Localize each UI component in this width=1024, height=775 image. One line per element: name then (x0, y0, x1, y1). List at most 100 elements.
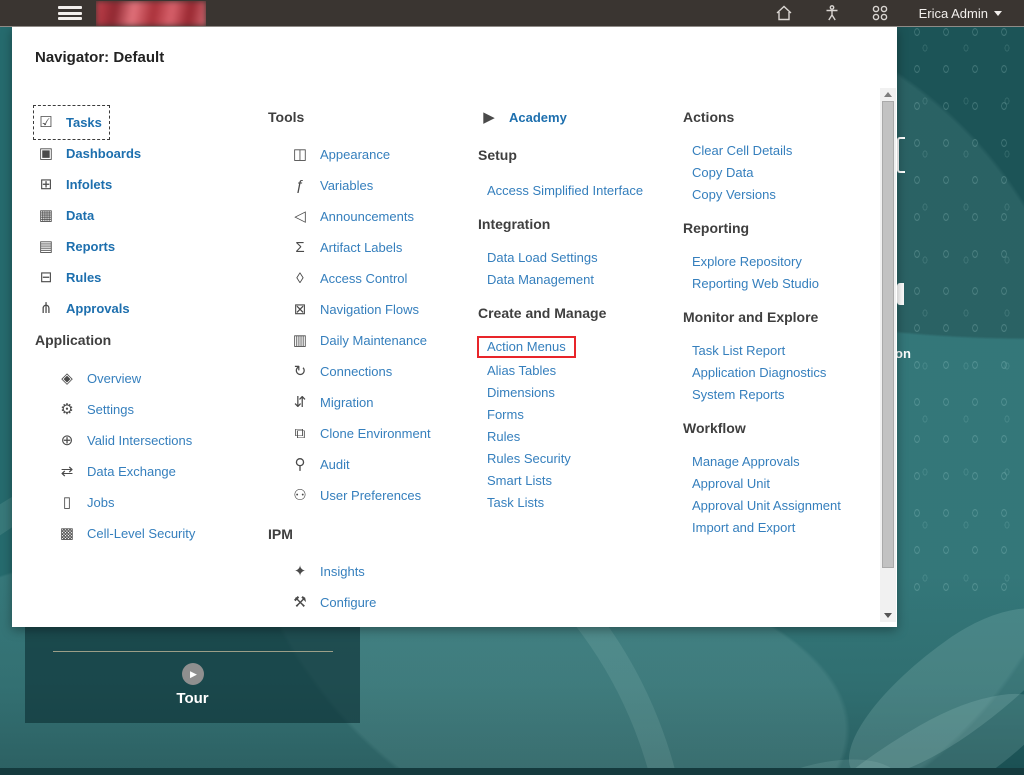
actions-links: Clear Cell Details Copy Data Copy Versio… (683, 139, 883, 205)
menu-link[interactable]: Approval Unit (683, 472, 883, 494)
menu-item[interactable]: ⊟ Rules (35, 262, 107, 293)
menu-link[interactable]: Explore Repository (683, 250, 883, 272)
menu-link[interactable]: Task List Report (683, 339, 883, 361)
navigator-grid-icon[interactable] (871, 4, 889, 22)
menu-item[interactable]: ⚇ User Preferences (268, 480, 427, 511)
menu-item[interactable]: ◊ Access Control (268, 263, 413, 294)
menu-link[interactable]: Manage Approvals (683, 450, 883, 472)
nav-column-2: Tools ◫ Appearance ƒ Variables ◁ Announc… (268, 107, 470, 618)
menu-item[interactable]: ⊠ Navigation Flows (268, 294, 425, 325)
menu-item[interactable]: ▯ Jobs (35, 487, 120, 518)
menu-item-label: Clone Environment (320, 426, 431, 441)
accessibility-icon[interactable] (823, 4, 841, 22)
audit-icon: ⚲ (294, 456, 306, 473)
menu-hamburger-icon[interactable] (58, 6, 82, 20)
configure-icon: ⚒ (293, 594, 307, 611)
section-header-ipm: IPM (268, 526, 293, 542)
menu-link[interactable]: Access Simplified Interface (478, 179, 680, 201)
brand-logo (96, 0, 206, 26)
menu-link[interactable]: Import and Export (683, 516, 883, 538)
menu-link[interactable]: Copy Versions (683, 183, 883, 205)
menu-link-label: Data Management (487, 271, 594, 287)
infolets-icon: ⊞ (39, 176, 53, 193)
menu-item[interactable]: ◈ Overview (35, 363, 147, 394)
menu-link[interactable]: Clear Cell Details (683, 139, 883, 161)
menu-item-label: Variables (320, 178, 374, 193)
user-name: Erica Admin (918, 5, 988, 21)
menu-item-label: Infolets (66, 177, 113, 192)
menu-item[interactable]: ▤ Reports (35, 231, 121, 262)
menu-link[interactable]: Action Menus (477, 335, 680, 359)
data-exchange-icon: ⇄ (60, 463, 74, 480)
background-card-fragment (897, 283, 904, 305)
menu-link[interactable]: Smart Lists (478, 469, 680, 491)
user-menu[interactable]: Erica Admin (919, 6, 1002, 21)
menu-link-label: Access Simplified Interface (487, 182, 644, 198)
menu-item[interactable]: ▦ Data (35, 200, 100, 231)
menu-link[interactable]: Forms (478, 403, 680, 425)
menu-item[interactable]: ▩ Cell-Level Security (35, 518, 201, 549)
menu-item-label: Migration (320, 395, 374, 410)
tour-card[interactable]: ▶ Tour (25, 617, 360, 723)
menu-link-label: Task Lists (487, 494, 545, 510)
menu-item[interactable]: ◫ Appearance (268, 139, 396, 170)
menu-item-label: Data (66, 208, 95, 223)
menu-link[interactable]: Dimensions (478, 381, 680, 403)
menu-item[interactable]: ▥ Daily Maintenance (268, 325, 433, 356)
menu-link[interactable]: Rules (478, 425, 680, 447)
menu-item[interactable]: Σ Artifact Labels (268, 232, 408, 263)
menu-link-label: Rules (487, 428, 521, 444)
menu-link-label: Copy Data (692, 164, 754, 180)
user-preferences-icon: ⚇ (293, 487, 307, 504)
menu-link[interactable]: Data Load Settings (478, 246, 680, 268)
section-header-tools: Tools (268, 109, 305, 125)
menu-link[interactable]: Alias Tables (478, 359, 680, 381)
access-control-icon: ◊ (296, 270, 304, 287)
menu-item[interactable]: ▶ Academy (478, 107, 573, 127)
menu-item-label: Announcements (320, 209, 414, 224)
scrollbar-up-arrow[interactable] (884, 92, 892, 97)
reports-icon: ▤ (38, 238, 54, 255)
menu-link[interactable]: Data Management (478, 268, 680, 290)
scrollbar-down-arrow[interactable] (884, 613, 892, 618)
menu-item[interactable]: ƒ Variables (268, 170, 379, 201)
tour-play-button[interactable]: ▶ (181, 663, 204, 685)
menu-item[interactable]: ⚙ Settings (35, 394, 140, 425)
menu-item[interactable]: ⊕ Valid Intersections (35, 425, 198, 456)
clone-environment-icon: ⧉ (294, 425, 306, 442)
menu-link[interactable]: Application Diagnostics (683, 361, 883, 383)
primary-nav-list: ☑ Tasks ▣ Dashboards ⊞ Infolets ▦ Data ▤… (33, 105, 253, 324)
nav-column-4: Actions Clear Cell Details Copy Data Cop… (683, 107, 883, 538)
rules-icon: ⊟ (39, 269, 53, 286)
menu-item[interactable]: ⇵ Migration (268, 387, 379, 418)
panel-scrollbar[interactable] (880, 88, 896, 622)
menu-link[interactable]: System Reports (683, 383, 883, 405)
menu-item[interactable]: ↻ Connections (268, 356, 398, 387)
menu-link-label: Task List Report (692, 342, 786, 358)
menu-item[interactable]: ✦ Insights (268, 556, 371, 587)
menu-link[interactable]: Copy Data (683, 161, 883, 183)
menu-link-label: Approval Unit (692, 475, 771, 491)
menu-item-label: Navigation Flows (320, 302, 419, 317)
dashboards-icon: ▣ (38, 145, 54, 162)
menu-item[interactable]: ▣ Dashboards (35, 138, 147, 169)
menu-link[interactable]: Rules Security (478, 447, 680, 469)
menu-link[interactable]: Reporting Web Studio (683, 272, 883, 294)
menu-item[interactable]: ⚲ Audit (268, 449, 356, 480)
menu-item[interactable]: ⋔ Approvals (35, 293, 136, 324)
menu-item[interactable]: ⧉ Clone Environment (268, 418, 437, 449)
menu-item[interactable]: ⊞ Infolets (35, 169, 118, 200)
valid-intersections-icon: ⊕ (60, 432, 74, 449)
menu-item[interactable]: ☑ Tasks (33, 105, 110, 140)
menu-item[interactable]: ⇄ Data Exchange (35, 456, 182, 487)
menu-link[interactable]: Approval Unit Assignment (683, 494, 883, 516)
scrollbar-thumb[interactable] (882, 101, 894, 568)
menu-link-label: Dimensions (487, 384, 555, 400)
appearance-icon: ◫ (292, 146, 308, 163)
menu-link-label: Approval Unit Assignment (692, 497, 841, 513)
menu-link[interactable]: Task Lists (478, 491, 680, 513)
menu-item[interactable]: ⚒ Configure (268, 587, 382, 618)
menu-item[interactable]: ◁ Announcements (268, 201, 420, 232)
menu-item-label: Rules (66, 270, 102, 285)
home-icon[interactable] (775, 4, 793, 22)
